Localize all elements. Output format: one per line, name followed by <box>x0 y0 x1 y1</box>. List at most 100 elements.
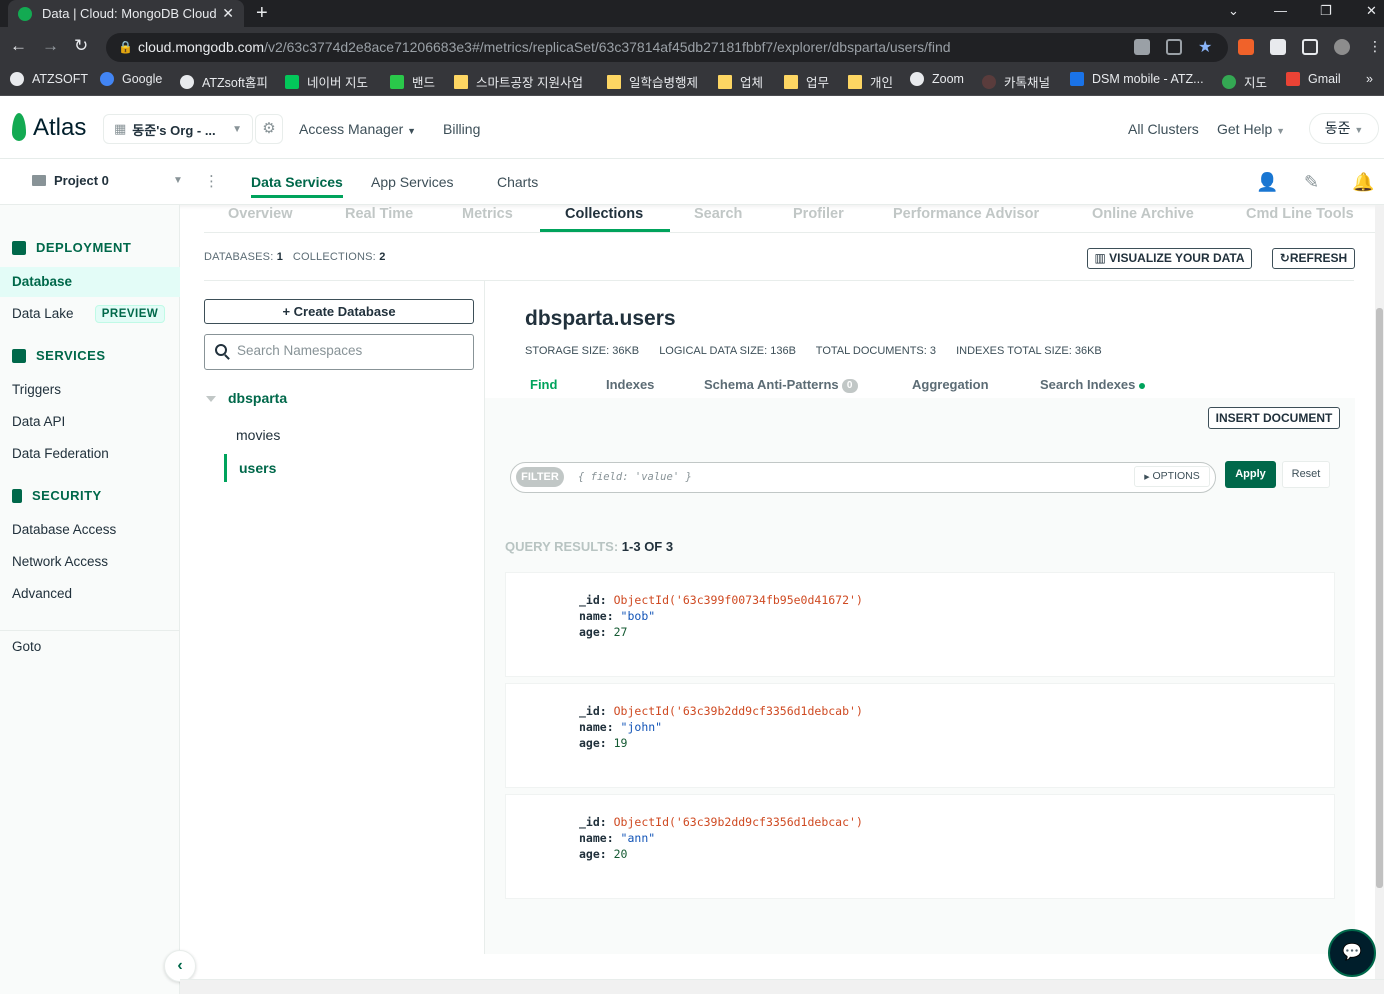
bookmark-item[interactable]: 지도 <box>1222 72 1267 91</box>
tab-profiler[interactable]: Profiler <box>793 206 844 222</box>
access-manager-menu[interactable]: Access Manager ▼ <box>299 121 416 137</box>
bookmark-item[interactable]: DSM mobile - ATZ... <box>1070 72 1204 86</box>
bookmark-item[interactable]: Zoom <box>910 72 964 86</box>
tab-charts[interactable]: Charts <box>497 174 538 190</box>
globe-icon <box>180 74 194 89</box>
atlas-logo[interactable]: Atlas <box>33 114 86 142</box>
apply-button[interactable]: Apply <box>1225 461 1276 488</box>
horizontal-scrollbar[interactable] <box>180 979 1384 994</box>
tab-metrics[interactable]: Metrics <box>462 206 513 222</box>
all-clusters-link[interactable]: All Clusters <box>1128 121 1199 137</box>
invite-user-icon[interactable]: 👤 <box>1256 172 1278 193</box>
bell-icon[interactable]: 🔔 <box>1352 172 1374 193</box>
tab-data-services[interactable]: Data Services <box>251 174 343 198</box>
project-name: Project 0 <box>54 173 109 188</box>
side-panel-icon[interactable] <box>1302 39 1318 55</box>
tab-real-time[interactable]: Real Time <box>345 206 413 222</box>
bookmark-item[interactable]: 카톡채널 <box>982 72 1050 91</box>
create-database-button[interactable]: + Create Database <box>204 299 474 324</box>
sidebar-item-database[interactable]: Database <box>12 274 72 289</box>
bookmark-item[interactable]: 업무 <box>784 72 829 91</box>
sidebar-item-network-access[interactable]: Network Access <box>12 554 108 569</box>
search-namespaces-field[interactable] <box>204 334 474 370</box>
chat-support-icon[interactable]: 💬 <box>1328 929 1376 977</box>
sidebar-item-data-lake[interactable]: Data Lake <box>12 306 74 321</box>
sidebar-item-triggers[interactable]: Triggers <box>12 382 61 397</box>
new-tab-button[interactable]: + <box>256 2 268 25</box>
bookmark-star-icon[interactable]: ★ <box>1198 37 1212 57</box>
close-window-button[interactable]: ✕ <box>1366 3 1377 19</box>
get-help-menu[interactable]: Get Help ▼ <box>1217 121 1285 137</box>
tab-schema-anti-patterns[interactable]: Schema Anti-Patterns 0 <box>704 377 858 393</box>
bookmark-item[interactable]: Google <box>100 72 162 86</box>
tab-collections[interactable]: Collections <box>565 206 643 222</box>
sidebar-item-goto[interactable]: Goto <box>12 639 41 654</box>
scrollbar-thumb[interactable] <box>1376 308 1383 888</box>
puzzle-extensions-icon[interactable] <box>1270 39 1286 55</box>
document-card[interactable]: _id: ObjectId('63c399f00734fb95e0d41672'… <box>505 572 1335 677</box>
browser-tab[interactable]: Data | Cloud: MongoDB Cloud ✕ <box>8 0 244 27</box>
maximize-button[interactable]: ❐ <box>1320 3 1332 19</box>
collection-item-users[interactable]: users <box>239 460 276 476</box>
more-vertical-icon[interactable]: ⋮ <box>204 172 219 190</box>
translate-icon[interactable] <box>1134 39 1150 55</box>
insert-document-button[interactable]: INSERT DOCUMENT <box>1208 407 1340 429</box>
tab-performance-advisor[interactable]: Performance Advisor <box>893 206 1039 222</box>
tab-app-services[interactable]: App Services <box>371 174 453 190</box>
billing-link[interactable]: Billing <box>443 121 480 137</box>
tab-close-icon[interactable]: ✕ <box>222 5 234 22</box>
document-card[interactable]: _id: ObjectId('63c39b2dd9cf3356d1debcac'… <box>505 794 1335 899</box>
profile-avatar[interactable] <box>1334 39 1350 55</box>
sidebar-item-advanced[interactable]: Advanced <box>12 586 72 601</box>
tab-cmd-line-tools[interactable]: Cmd Line Tools <box>1246 206 1354 222</box>
collapse-sidebar-button[interactable]: ‹ <box>164 950 196 982</box>
bookmark-item[interactable]: 일학습병행제 <box>607 72 698 91</box>
sidebar-item-database-access[interactable]: Database Access <box>12 522 116 537</box>
bookmark-item[interactable]: 밴드 <box>390 72 435 91</box>
namespace-panel <box>196 281 485 954</box>
tab-online-archive[interactable]: Online Archive <box>1092 206 1194 222</box>
bookmarks-more-button[interactable]: » <box>1366 72 1373 86</box>
tab-search-icon[interactable]: ⌄ <box>1228 3 1239 19</box>
sidebar-item-data-api[interactable]: Data API <box>12 414 65 429</box>
share-icon[interactable] <box>1166 39 1182 55</box>
caret-down-icon[interactable] <box>206 396 216 403</box>
bookmark-item[interactable]: 개인 <box>848 72 893 91</box>
filter-input[interactable]: { field: 'value' } <box>578 471 692 483</box>
bookmark-item[interactable]: 업체 <box>718 72 763 91</box>
address-bar[interactable]: 🔒 cloud.mongodb.com/v2/63c3774d2e8ace7120… <box>106 33 1228 62</box>
project-select[interactable]: Project 0 <box>32 173 109 188</box>
document-card[interactable]: _id: ObjectId('63c39b2dd9cf3356d1debcab'… <box>505 683 1335 788</box>
tab-find[interactable]: Find <box>530 377 557 392</box>
refresh-button[interactable]: ↻REFRESH <box>1272 248 1355 269</box>
mongodb-leaf-icon <box>18 6 32 21</box>
tab-search-indexes[interactable]: Search Indexes <box>1040 377 1146 392</box>
activity-icon[interactable]: ✎ <box>1304 172 1319 193</box>
bookmark-item[interactable]: 네이버 지도 <box>285 72 368 91</box>
forward-arrow-icon[interactable]: → <box>42 36 59 56</box>
tab-overview[interactable]: Overview <box>228 206 293 222</box>
extension-icon[interactable] <box>1238 39 1254 55</box>
reload-icon[interactable]: ↻ <box>74 36 88 56</box>
tab-aggregation[interactable]: Aggregation <box>912 377 989 392</box>
bookmark-item[interactable]: Gmail <box>1286 72 1341 86</box>
tab-search[interactable]: Search <box>694 206 742 222</box>
chevron-down-icon[interactable]: ▼ <box>173 175 183 186</box>
search-namespaces-input[interactable] <box>237 343 467 358</box>
database-tree-item[interactable]: dbsparta <box>206 390 287 406</box>
bookmark-item[interactable]: ATZsoft홈피 <box>180 72 268 91</box>
reset-button[interactable]: Reset <box>1282 461 1330 488</box>
tab-indexes[interactable]: Indexes <box>606 377 654 392</box>
browser-menu-icon[interactable]: ⋮ <box>1368 38 1382 55</box>
back-arrow-icon[interactable]: ← <box>10 36 27 56</box>
org-select[interactable]: ▦ 동준's Org - ... ▼ <box>103 114 253 144</box>
visualize-data-button[interactable]: ▥ VISUALIZE YOUR DATA <box>1087 248 1252 269</box>
user-menu[interactable]: 동준 ▼ <box>1309 113 1379 144</box>
collection-item-movies[interactable]: movies <box>236 427 280 443</box>
bookmark-item[interactable]: 스마트공장 지원사업 <box>454 72 583 91</box>
options-button[interactable]: ▶ OPTIONS <box>1134 466 1210 487</box>
minimize-button[interactable]: — <box>1274 3 1287 18</box>
gear-icon[interactable]: ⚙ <box>255 114 283 144</box>
bookmark-item[interactable]: ATZSOFT <box>10 72 88 86</box>
sidebar-item-data-federation[interactable]: Data Federation <box>12 446 109 461</box>
